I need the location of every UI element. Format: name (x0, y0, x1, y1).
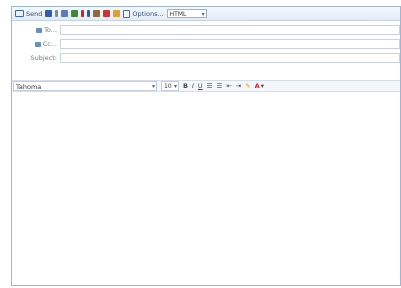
font-size-select[interactable]: 10 ▾ (161, 81, 179, 91)
subject-row: Subject: (12, 52, 400, 64)
insert-icon[interactable] (113, 10, 121, 17)
cc-label: Cc... (42, 40, 57, 48)
numbered-list-icon[interactable]: ☰ (216, 82, 222, 90)
chevron-down-icon[interactable]: ▾ (261, 82, 264, 90)
address-book-icon (36, 27, 43, 33)
subject-label: Subject: (30, 54, 58, 62)
to-button[interactable]: To... (12, 26, 60, 34)
formatting-toolbar: Tahoma ▾ 10 ▾ B I U ☰ ☰ ⇤ ⇥ ✎ A ▾ (12, 80, 400, 92)
high-importance-icon[interactable] (81, 10, 85, 17)
send-label: Send (26, 9, 43, 18)
outdent-icon[interactable]: ⇤ (226, 82, 231, 90)
underline-button[interactable]: U (198, 82, 203, 90)
indent-icon[interactable]: ⇥ (236, 82, 241, 90)
chevron-down-icon: ▾ (173, 83, 177, 90)
address-book-icon[interactable] (61, 10, 69, 17)
font-select[interactable]: Tahoma ▾ (13, 81, 157, 91)
attach-icon[interactable] (55, 10, 59, 17)
to-row: To... (12, 24, 400, 36)
signature-icon[interactable] (93, 10, 101, 17)
bold-button[interactable]: B (183, 82, 188, 90)
font-size-value: 10 (164, 83, 172, 90)
highlight-icon[interactable]: ✎ (245, 82, 250, 90)
save-icon[interactable] (45, 10, 53, 17)
message-format-select[interactable]: HTML ▾ (166, 9, 207, 18)
cc-field[interactable] (60, 39, 400, 49)
subject-field[interactable] (60, 53, 400, 63)
to-label: To... (44, 26, 57, 34)
flag-icon[interactable] (103, 10, 111, 17)
address-book-icon (34, 41, 41, 47)
compose-window: Send Options... HTML ▾ To... Cc... Subje… (11, 6, 401, 286)
options-label: Options... (132, 9, 164, 18)
send-button[interactable]: Send (15, 10, 42, 18)
options-button[interactable]: Options... (123, 9, 164, 18)
font-value: Tahoma (16, 83, 42, 91)
font-color-icon[interactable]: A (255, 82, 260, 90)
compose-toolbar: Send Options... HTML ▾ (12, 7, 400, 21)
bullet-list-icon[interactable]: ☰ (207, 82, 213, 90)
cc-row: Cc... (12, 38, 400, 50)
message-body[interactable] (12, 93, 400, 285)
options-icon (123, 9, 131, 18)
envelope-icon (15, 10, 24, 17)
chevron-down-icon: ▾ (151, 83, 155, 90)
message-format-value: HTML (169, 11, 187, 18)
italic-button[interactable]: I (192, 82, 194, 90)
to-field[interactable] (60, 25, 400, 35)
check-names-icon[interactable] (71, 10, 79, 17)
low-importance-icon[interactable] (87, 10, 91, 17)
chevron-down-icon: ▾ (201, 11, 205, 18)
cc-button[interactable]: Cc... (12, 40, 60, 48)
